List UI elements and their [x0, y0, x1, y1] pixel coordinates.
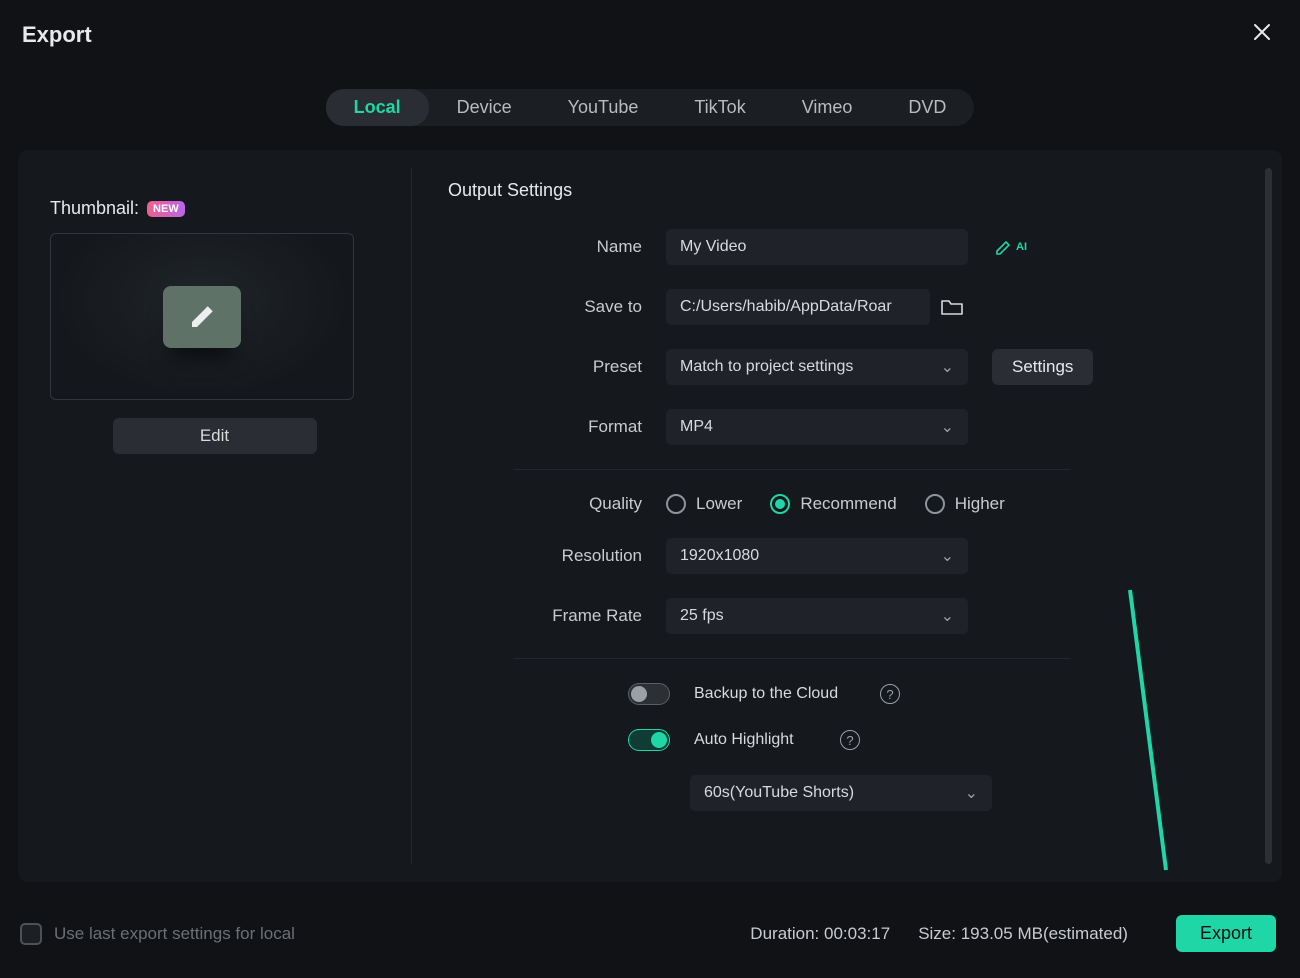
chevron-down-icon: ⌄ — [965, 783, 978, 803]
quality-lower-radio[interactable]: Lower — [666, 494, 742, 514]
resolution-dropdown[interactable]: 1920x1080 ⌄ — [666, 538, 968, 574]
thumbnail-label: Thumbnail: — [50, 198, 139, 219]
duration-info: Duration: 00:03:17 — [750, 924, 890, 944]
tab-dvd[interactable]: DVD — [880, 89, 974, 126]
quality-recommend-radio[interactable]: Recommend — [770, 494, 896, 514]
tab-tiktok[interactable]: TikTok — [666, 89, 773, 126]
auto-highlight-label: Auto Highlight — [694, 731, 816, 749]
pencil-icon — [163, 286, 241, 348]
tab-vimeo[interactable]: Vimeo — [774, 89, 881, 126]
quality-higher-label: Higher — [955, 494, 1005, 514]
resolution-label: Resolution — [448, 546, 666, 566]
help-icon[interactable]: ? — [880, 684, 900, 704]
saveto-value: C:/Users/habib/AppData/Roar — [680, 298, 892, 316]
use-last-settings-label: Use last export settings for local — [54, 924, 295, 944]
tab-device[interactable]: Device — [429, 89, 540, 126]
chevron-down-icon: ⌄ — [941, 606, 954, 626]
saveto-path[interactable]: C:/Users/habib/AppData/Roar — [666, 289, 930, 325]
chevron-down-icon: ⌄ — [941, 357, 954, 377]
thumbnail-preview[interactable] — [50, 233, 354, 400]
tab-youtube[interactable]: YouTube — [540, 89, 667, 126]
ai-rename-icon[interactable]: AI — [994, 237, 1027, 257]
chevron-down-icon: ⌄ — [941, 417, 954, 437]
preset-value: Match to project settings — [680, 358, 853, 376]
preset-dropdown[interactable]: Match to project settings ⌄ — [666, 349, 968, 385]
divider — [514, 658, 1070, 659]
name-input[interactable] — [666, 229, 968, 265]
scrollbar[interactable] — [1265, 168, 1272, 864]
framerate-value: 25 fps — [680, 607, 724, 625]
auto-highlight-toggle[interactable] — [628, 729, 670, 751]
resolution-value: 1920x1080 — [680, 547, 759, 565]
export-tabs: Local Device YouTube TikTok Vimeo DVD — [326, 89, 975, 126]
quality-recommend-label: Recommend — [800, 494, 896, 514]
quality-higher-radio[interactable]: Higher — [925, 494, 1005, 514]
output-settings-title: Output Settings — [448, 180, 1244, 201]
divider — [514, 469, 1070, 470]
highlight-duration-dropdown[interactable]: 60s(YouTube Shorts) ⌄ — [690, 775, 992, 811]
saveto-label: Save to — [448, 297, 666, 317]
quality-label: Quality — [448, 494, 666, 514]
framerate-dropdown[interactable]: 25 fps ⌄ — [666, 598, 968, 634]
preset-settings-button[interactable]: Settings — [992, 349, 1093, 385]
quality-lower-label: Lower — [696, 494, 742, 514]
use-last-settings-checkbox[interactable] — [20, 923, 42, 945]
close-icon[interactable] — [1248, 18, 1276, 51]
annotation-arrow-icon — [1110, 580, 1190, 900]
tab-local[interactable]: Local — [326, 89, 429, 126]
page-title: Export — [22, 22, 92, 48]
help-icon[interactable]: ? — [840, 730, 860, 750]
highlight-duration-value: 60s(YouTube Shorts) — [704, 784, 854, 802]
format-label: Format — [448, 417, 666, 437]
size-info: Size: 193.05 MB(estimated) — [918, 924, 1128, 944]
name-label: Name — [448, 237, 666, 257]
chevron-down-icon: ⌄ — [941, 546, 954, 566]
format-value: MP4 — [680, 418, 713, 436]
export-button[interactable]: Export — [1176, 915, 1276, 952]
backup-cloud-toggle[interactable] — [628, 683, 670, 705]
preset-label: Preset — [448, 357, 666, 377]
edit-thumbnail-button[interactable]: Edit — [113, 418, 317, 454]
folder-icon[interactable] — [940, 297, 964, 317]
new-badge: NEW — [147, 201, 185, 217]
framerate-label: Frame Rate — [448, 606, 666, 626]
backup-cloud-label: Backup to the Cloud — [694, 685, 856, 703]
format-dropdown[interactable]: MP4 ⌄ — [666, 409, 968, 445]
